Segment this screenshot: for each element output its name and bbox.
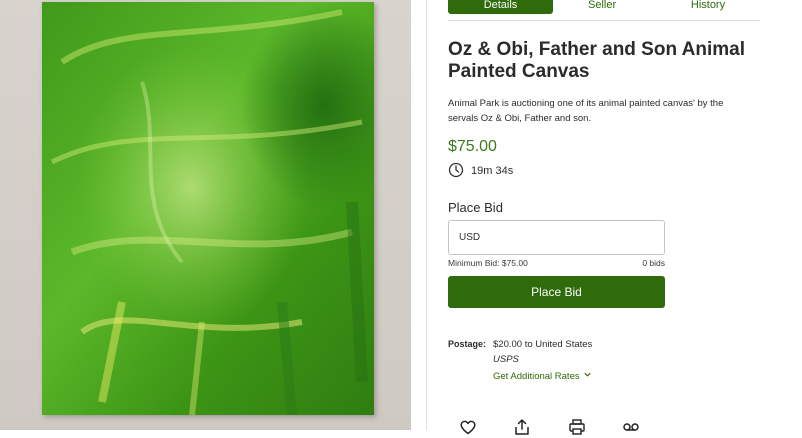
postage-label: Postage: bbox=[448, 339, 487, 349]
share-icon[interactable] bbox=[513, 418, 533, 438]
print-icon[interactable] bbox=[568, 418, 588, 438]
bid-meta: Minimum Bid: $75.00 0 bids bbox=[448, 258, 665, 268]
current-price: $75.00 bbox=[448, 138, 497, 155]
item-description: Animal Park is auctioning one of its ani… bbox=[448, 98, 724, 124]
get-additional-rates-link[interactable]: Get Additional Rates bbox=[493, 370, 592, 382]
minimum-bid: Minimum Bid: $75.00 bbox=[448, 258, 528, 268]
bid-amount-input[interactable] bbox=[448, 220, 665, 255]
bid-count: 0 bids bbox=[642, 258, 665, 268]
voicemail-icon[interactable] bbox=[622, 418, 642, 438]
clock-icon bbox=[448, 162, 464, 181]
product-painting-image[interactable] bbox=[42, 2, 374, 415]
time-remaining-value: 19m 34s bbox=[471, 165, 514, 177]
place-bid-heading: Place Bid bbox=[448, 200, 503, 215]
postage-cost: $20.00 to United States bbox=[493, 339, 593, 350]
product-image-panel[interactable] bbox=[0, 0, 411, 430]
tab-history[interactable]: History bbox=[688, 0, 728, 14]
rates-link-label: Get Additional Rates bbox=[493, 370, 580, 382]
place-bid-button[interactable]: Place Bid bbox=[448, 276, 665, 308]
item-title: Oz & Obi, Father and Son Animal Painted … bbox=[448, 39, 745, 82]
time-remaining: 19m 34s bbox=[448, 162, 513, 180]
postage-carrier: USPS bbox=[493, 354, 519, 365]
tab-details[interactable]: Details bbox=[448, 0, 553, 14]
panel-divider bbox=[426, 0, 427, 430]
tab-seller[interactable]: Seller bbox=[588, 0, 616, 14]
tab-bar: Details Seller History bbox=[448, 0, 760, 21]
heart-icon[interactable] bbox=[459, 418, 479, 438]
chevron-down-icon bbox=[583, 370, 592, 382]
